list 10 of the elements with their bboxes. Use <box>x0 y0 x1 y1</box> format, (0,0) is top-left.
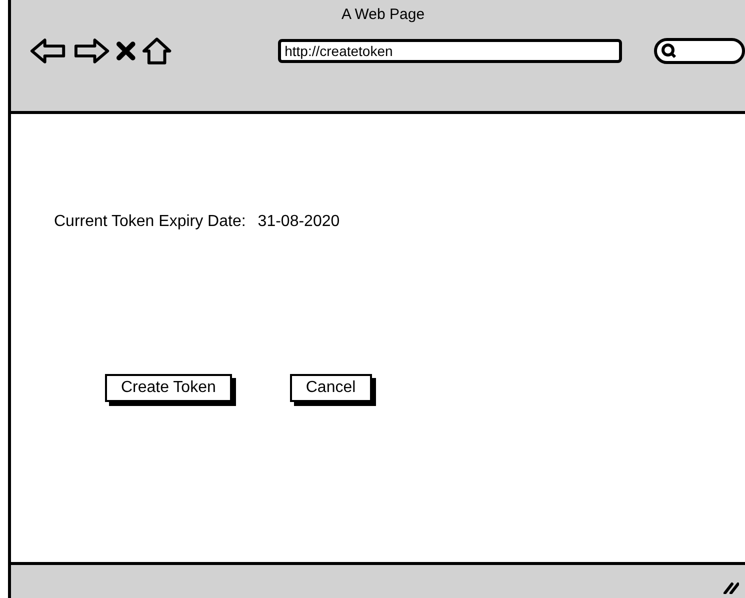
home-icon[interactable] <box>142 36 172 64</box>
expiry-date: 31-08-2020 <box>258 212 340 232</box>
close-icon[interactable] <box>116 40 136 60</box>
search-field[interactable] <box>654 38 745 64</box>
expiry-label: Current Token Expiry Date: <box>54 212 246 232</box>
window-title: A Web Page <box>341 5 425 25</box>
address-field[interactable]: http://createtoken <box>278 38 622 62</box>
search-icon <box>660 42 677 58</box>
forward-icon[interactable] <box>72 36 110 64</box>
back-icon[interactable] <box>29 36 67 64</box>
